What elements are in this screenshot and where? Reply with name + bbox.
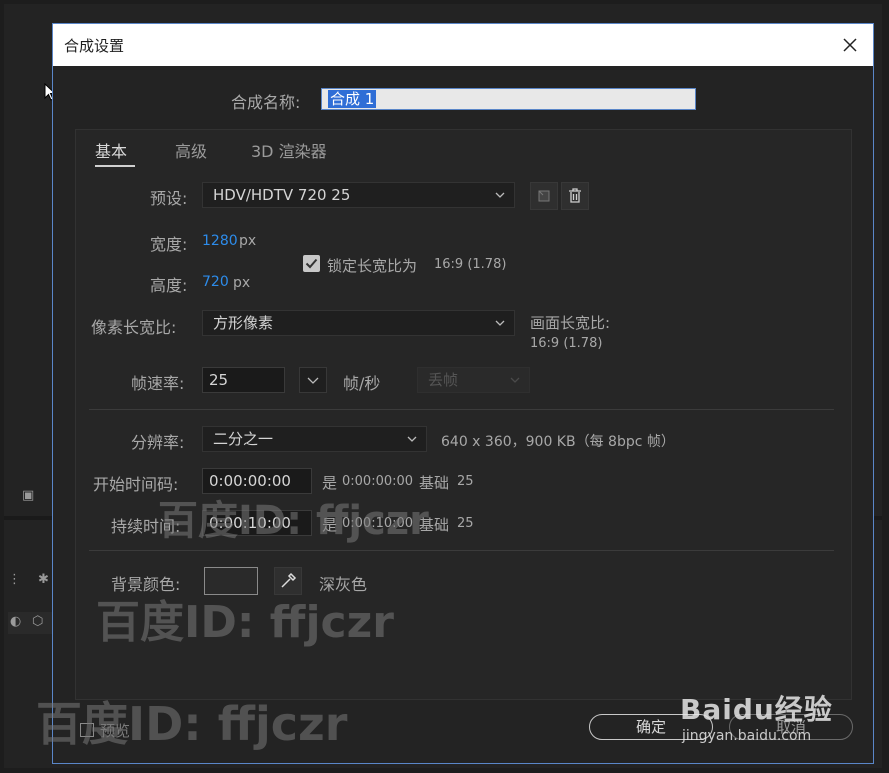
duration-is: 是 [322,516,338,534]
lock-aspect-ratio: 16:9 (1.78) [434,257,507,272]
trash-icon [569,188,581,203]
duration-input[interactable]: 0:00:10:00 [202,510,312,536]
preview-checkbox[interactable] [80,723,94,737]
height-value[interactable]: 720 [202,274,229,290]
drop-frame-value: 丢帧 [428,371,459,389]
resolution-label: 分辨率: [131,433,185,452]
tab-3d-renderer[interactable]: 3D 渲染器 [251,138,327,162]
chevron-down-icon [407,436,417,442]
lock-aspect-checkbox[interactable] [303,255,320,272]
chevron-down-icon [307,377,319,384]
start-timecode-label: 开始时间码: [93,475,179,494]
duration-label: 持续时间: [111,517,181,536]
tab-advanced[interactable]: 高级 [175,138,207,162]
section-divider [89,550,834,551]
pixel-aspect-dropdown[interactable]: 方形像素 [202,310,515,336]
ok-button[interactable]: 确定 [589,714,713,740]
active-tab-indicator [95,165,135,167]
bg-color-swatch[interactable] [204,567,258,595]
duration-base-label: 基础 [419,516,450,534]
delete-preset-button[interactable] [561,182,589,210]
pixel-aspect-value: 方形像素 [213,314,274,332]
settings-panel [75,129,852,700]
width-unit: px [239,233,257,249]
panel-thumbnail-icon: ▣ [22,488,35,503]
frame-aspect-value: 16:9 (1.78) [530,336,603,351]
fps-label: 帧/秒 [343,374,381,393]
dialog-title: 合成设置 [64,37,125,55]
bg-color-label: 背景颜色: [111,575,181,594]
dialog-titlebar: 合成设置 [53,24,873,66]
checkmark-icon [305,258,318,269]
layer-switches: ◐ ⬡ [8,612,56,634]
duration-info: 0:00:10:00 [342,516,414,531]
bg-color-name: 深灰色 [319,575,368,594]
3d-cube-icon: ⬡ [32,614,44,629]
motion-blur-icon: ◐ [10,614,22,629]
start-timecode-is: 是 [322,474,338,492]
section-divider [89,409,834,410]
preset-dropdown[interactable]: HDV/HDTV 720 25 [202,182,515,208]
eyedropper-button[interactable] [274,567,302,595]
preset-label: 预设: [150,189,188,208]
lock-aspect-label: 锁定长宽比为 [327,257,418,275]
resolution-value: 二分之一 [213,430,274,448]
sparkle-icon: ✱ [38,572,49,587]
pixel-aspect-label: 像素长宽比: [91,318,177,337]
cancel-button[interactable]: 取消 [729,714,853,740]
composition-settings-dialog: 合成设置 合成名称: 合成 1 基本 高级 3D 渲染器 预设: HDV/HDT… [52,23,874,764]
comp-name-value: 合成 1 [328,90,377,108]
resolution-dropdown[interactable]: 二分之一 [202,426,427,452]
comp-name-label: 合成名称: [231,93,301,112]
save-preset-button[interactable] [530,182,558,210]
timeline-dots-icon: ⋮ [8,572,21,587]
framerate-label: 帧速率: [131,374,185,393]
eyedropper-icon [281,572,297,588]
chevron-down-icon [495,320,505,326]
preset-value: HDV/HDTV 720 25 [213,186,351,204]
height-label: 高度: [150,276,188,295]
start-base-label: 基础 [419,474,450,492]
start-timecode-input[interactable]: 0:00:00:00 [202,468,312,494]
save-preset-icon [538,190,550,202]
preview-label: 预览 [100,722,131,740]
frame-aspect-label: 画面长宽比: [530,314,611,332]
framerate-input[interactable]: 25 [202,367,285,393]
start-base-value: 25 [457,474,474,489]
duration-base-value: 25 [457,516,474,531]
framerate-dropdown-button[interactable] [299,367,327,393]
chevron-down-icon [510,377,520,383]
width-label: 宽度: [150,235,188,254]
height-unit: px [233,275,251,291]
tab-basic[interactable]: 基本 [95,138,127,162]
start-timecode-info: 0:00:00:00 [342,474,414,489]
comp-name-input[interactable]: 合成 1 [321,88,696,110]
resolution-info: 640 x 360，900 KB（每 8bpc 帧） [441,434,675,450]
width-value[interactable]: 1280 [202,233,238,249]
chevron-down-icon [495,192,505,198]
drop-frame-dropdown: 丢帧 [417,367,530,393]
close-icon[interactable] [837,32,863,58]
